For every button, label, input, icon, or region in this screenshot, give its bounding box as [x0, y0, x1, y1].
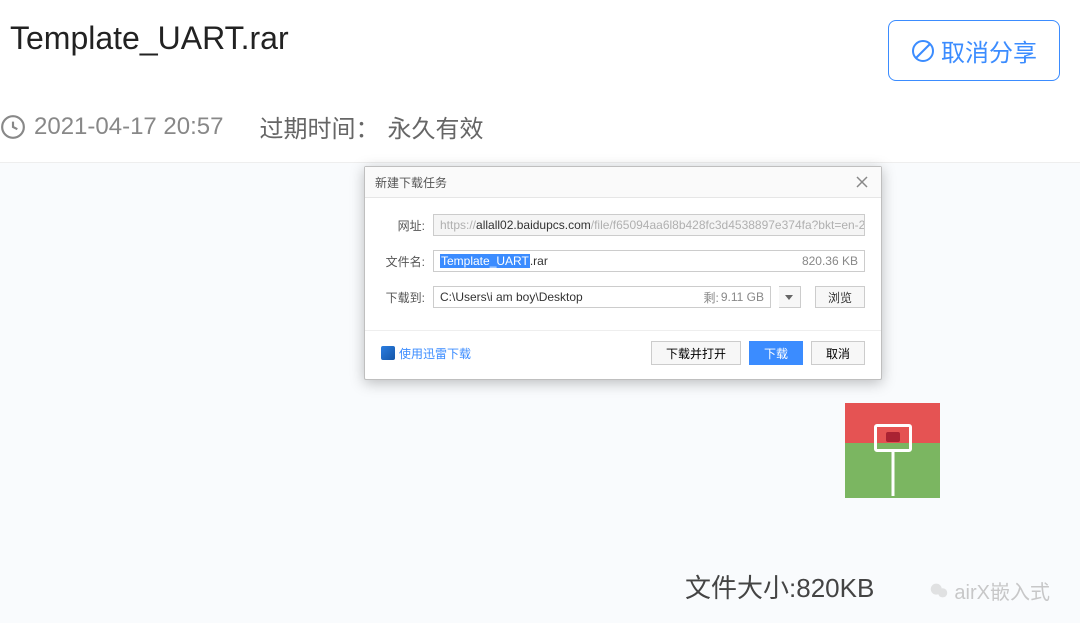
browse-label: 浏览 — [828, 289, 852, 306]
url-rest: /file/f65094aa6l8b428fc3d4538897e374fa?b… — [591, 218, 865, 232]
clock-icon — [0, 114, 26, 140]
dialog-body: 网址: https://allall02.baidupcs.com/file/f… — [365, 198, 881, 330]
dialog-title: 新建下载任务 — [375, 174, 447, 191]
file-size-label: 文件大小: — [685, 573, 796, 603]
wechat-icon — [928, 580, 950, 602]
close-icon — [856, 176, 868, 188]
filename-ext: .rar — [530, 254, 548, 268]
download-dialog: 新建下载任务 网址: https://allall02.baidupcs.com… — [364, 166, 882, 380]
file-block: 文件大小:820KB — [845, 403, 940, 558]
url-label: 网址: — [381, 217, 425, 234]
filename-selected: Template_UART — [440, 254, 530, 268]
filename-size: 820.36 KB — [802, 254, 858, 268]
download-button[interactable]: 下载 — [749, 341, 803, 365]
dialog-footer: 使用迅雷下载 下载并打开 下载 取消 — [365, 330, 881, 379]
download-and-open-label: 下载并打开 — [666, 345, 726, 362]
dialog-header: 新建下载任务 — [365, 167, 881, 198]
cancel-label: 取消 — [826, 345, 850, 362]
xunlei-icon — [381, 346, 395, 360]
filename-row: 文件名: Template_UART.rar 820.36 KB — [381, 250, 865, 272]
timestamp: 2021-04-17 20:57 — [34, 113, 224, 141]
xunlei-link[interactable]: 使用迅雷下载 — [381, 345, 471, 362]
filename-input[interactable]: Template_UART.rar 820.36 KB — [433, 250, 865, 272]
ban-icon — [911, 39, 935, 63]
watermark: airX嵌入式 — [928, 576, 1050, 605]
file-size-value: 820KB — [796, 573, 874, 603]
saveto-input[interactable]: C:\Users\i am boy\Desktop 剩: 9.11 GB — [433, 286, 771, 308]
browse-button[interactable]: 浏览 — [815, 286, 865, 308]
chevron-down-icon — [785, 293, 793, 301]
filename-label: 文件名: — [381, 253, 425, 270]
cancel-share-button[interactable]: 取消分享 — [888, 20, 1060, 81]
saveto-dropdown-button[interactable] — [779, 286, 801, 308]
saveto-path: C:\Users\i am boy\Desktop — [440, 290, 583, 304]
xunlei-label: 使用迅雷下载 — [399, 345, 471, 362]
meta-row: 2021-04-17 20:57 过期时间： 永久有效 — [0, 91, 1080, 163]
cancel-button[interactable]: 取消 — [811, 341, 865, 365]
url-host: allall02.baidupcs.com — [476, 218, 591, 232]
download-and-open-button[interactable]: 下载并打开 — [651, 341, 741, 365]
download-label: 下载 — [764, 345, 788, 362]
cancel-share-label: 取消分享 — [941, 33, 1037, 68]
url-input[interactable]: https://allall02.baidupcs.com/file/f6509… — [433, 214, 865, 236]
page-header: Template_UART.rar 取消分享 — [0, 0, 1080, 91]
file-size-line: 文件大小:820KB — [685, 568, 874, 605]
saveto-label: 下载到: — [381, 289, 425, 306]
disk-remain-value: 9.11 GB — [721, 290, 764, 304]
page-title: Template_UART.rar — [10, 20, 289, 57]
saveto-row: 下载到: C:\Users\i am boy\Desktop 剩: 9.11 G… — [381, 286, 865, 308]
dialog-close-button[interactable] — [853, 173, 871, 191]
url-row: 网址: https://allall02.baidupcs.com/file/f… — [381, 214, 865, 236]
disk-remain-label: 剩: — [704, 289, 719, 306]
url-prefix: https:// — [440, 218, 476, 232]
expire-value: 永久有效 — [388, 109, 484, 144]
expire-label: 过期时间： — [260, 109, 380, 144]
archive-icon — [845, 403, 940, 498]
watermark-text: airX嵌入式 — [954, 576, 1050, 605]
